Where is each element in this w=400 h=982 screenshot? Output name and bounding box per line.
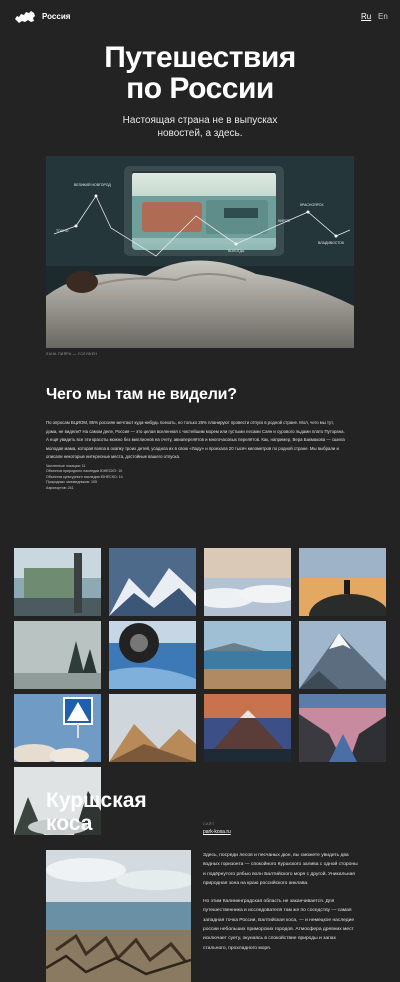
destination-paragraph: Здесь, посреди лесов и песчаных дюн, вы … [203, 853, 358, 886]
russia-map-logo-icon[interactable] [14, 9, 36, 25]
hero-photo-illustration: ВЕЛИКИЙ НОВГОРОД ТОСНО ВОЛОГДА КИРОВ КРА… [46, 156, 354, 348]
route-label: ТОСНО [56, 229, 69, 233]
curonian-spit-photo [46, 850, 191, 982]
route-label: КИРОВ [278, 219, 291, 223]
road-sign-photo[interactable] [14, 694, 101, 762]
lake-shore-photo[interactable] [204, 621, 291, 689]
volcano-photo[interactable] [204, 694, 291, 762]
lang-ru-link[interactable]: Ru [361, 12, 371, 21]
site-name[interactable]: Россия [42, 12, 70, 21]
foggy-forest-photo[interactable] [14, 621, 101, 689]
site-label: САЙТ [203, 822, 215, 826]
top-bar: Россия Ru En [0, 0, 400, 34]
autumn-mountains-photo[interactable] [109, 694, 196, 762]
canyon-photo[interactable] [299, 694, 386, 762]
page-title-line2: по России [126, 72, 274, 105]
lang-en-link[interactable]: En [378, 12, 388, 21]
photo-caption: ЛАНА ПИЯРА — УСЛУЖЕН [46, 352, 98, 356]
page-subtitle: Настоящая страна не в выпусках новостей,… [122, 115, 278, 139]
route-label: ВОЛОГДА [228, 249, 245, 253]
section-title: Чего мы там не видели? [46, 386, 237, 403]
site-link[interactable]: park-kosa.ru [203, 829, 231, 835]
curonian-spit-illustration [46, 850, 191, 982]
train-window-photo[interactable] [14, 548, 101, 616]
route-label: ВЛАДИВОСТОК [318, 241, 345, 245]
stats-item: Аэропортов: 241 [46, 485, 74, 490]
route-label: ВЕЛИКИЙ НОВГОРОД [74, 183, 111, 187]
destination-title-line2: коса [46, 812, 93, 835]
destination-description: Здесь, посреди лесов и песчаных дюн, вы … [203, 851, 358, 953]
hill-silhouette-photo[interactable] [299, 548, 386, 616]
page-title-line1: Путешествия [104, 41, 296, 74]
destination-title-line1: Куршская [46, 789, 147, 812]
destination-title: Куршская коса [46, 789, 206, 835]
destination-paragraph: Но этим Калининградская область не закан… [203, 899, 355, 951]
stats-list: Численные локации: 11 Объектов природног… [46, 464, 123, 491]
intro-paragraph: По опросам ВЦИОМ, 85% россиян мечтают ку… [46, 420, 345, 460]
clouds-sunset-photo[interactable] [204, 548, 291, 616]
snowy-peak-photo[interactable] [299, 621, 386, 689]
ice-wheel-photo[interactable] [109, 621, 196, 689]
route-label: КРАСНОЯРСК [300, 203, 324, 207]
mountain-aerial-photo[interactable] [109, 548, 196, 616]
page-title: Путешествия по России [0, 42, 400, 104]
hero-train-photo: ВЕЛИКИЙ НОВГОРОД ТОСНО ВОЛОГДА КИРОВ КРА… [46, 156, 354, 348]
